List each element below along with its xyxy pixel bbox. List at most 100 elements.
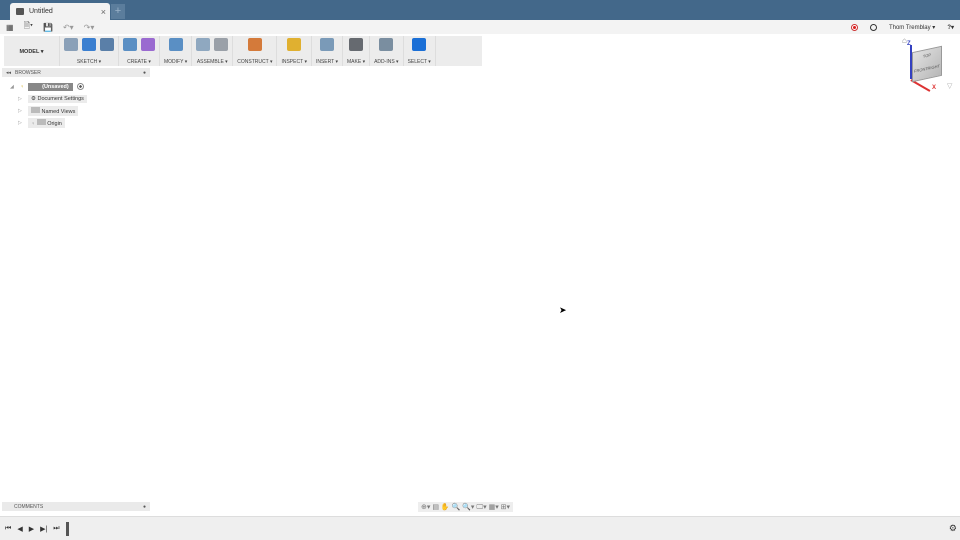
browser-title: BROWSER <box>15 69 41 76</box>
group-label[interactable]: MODIFY ▾ <box>164 59 187 65</box>
group-icons <box>247 38 262 51</box>
ribbon-group-sketch[interactable]: SKETCH ▾ <box>60 36 119 66</box>
comments-panel[interactable]: COMMENTS ● <box>2 502 150 511</box>
tool-icon[interactable] <box>412 38 427 51</box>
go-to-end-icon[interactable]: ⏭ <box>53 525 59 533</box>
group-label[interactable]: ASSEMBLE ▾ <box>197 59 228 65</box>
go-to-start-icon[interactable]: ⏮ <box>5 525 11 533</box>
navigation-tools-icons[interactable]: ⊕▾ ▤ ✋ 🔍 🔍▾ 🖵▾ ▦▾ ⊞▾ <box>421 503 510 512</box>
group-label[interactable]: INSERT ▾ <box>316 59 338 65</box>
ribbon-group-construct[interactable]: CONSTRUCT ▾ <box>233 36 278 66</box>
gear-icon: ⚙ <box>31 95 36 102</box>
viewcube[interactable]: ⌂ Z X TOP FRONT RIGHT ▽ <box>900 36 955 94</box>
workspace-switcher[interactable]: MODEL ▾ <box>4 36 60 66</box>
group-label[interactable]: MAKE ▾ <box>347 59 365 65</box>
group-label[interactable]: SELECT ▾ <box>408 59 431 65</box>
tree-item-origin[interactable]: ▷ ♀ Origin <box>18 117 65 128</box>
x-label: X <box>932 85 937 91</box>
cube-right[interactable]: RIGHT <box>928 63 940 71</box>
file-menu-icon[interactable]: 🗎▾ <box>24 20 33 34</box>
ribbon-group-assemble[interactable]: ASSEMBLE ▾ <box>192 36 234 66</box>
item-label: Named Views <box>41 108 76 115</box>
tree-item-document-settings[interactable]: ▷ ⚙ Document Settings <box>18 94 87 103</box>
ribbon-group-select[interactable]: SELECT ▾ <box>404 36 436 66</box>
tool-icon[interactable] <box>141 38 155 51</box>
save-icon[interactable]: 💾 <box>43 23 53 32</box>
group-icons <box>319 38 334 51</box>
close-tab-icon[interactable]: × <box>101 7 106 17</box>
settings-gear-icon[interactable]: ⚙ <box>949 523 957 534</box>
group-label[interactable]: ADD-INS ▾ <box>374 59 398 65</box>
group-icons <box>287 38 302 51</box>
group-icons <box>349 38 364 51</box>
step-forward-icon[interactable]: ▶| <box>40 525 47 533</box>
tree-item-named-views[interactable]: ▷ Named Views <box>18 105 79 116</box>
lightbulb-icon[interactable]: ♀ <box>20 84 24 90</box>
tool-icon[interactable] <box>349 38 364 51</box>
expand-icon[interactable]: ▷ <box>18 108 24 114</box>
tab-title: Untitled <box>29 8 53 15</box>
tool-icon[interactable] <box>319 38 334 51</box>
tool-icon[interactable] <box>247 38 262 51</box>
tab-bar <box>0 0 960 20</box>
document-icon <box>16 8 24 15</box>
record-icon[interactable] <box>850 23 858 31</box>
new-tab-button[interactable]: + <box>111 4 125 19</box>
timeline-marker[interactable] <box>65 521 69 536</box>
pin-icon[interactable]: ● <box>143 504 146 510</box>
mouse-cursor: ➤ <box>559 305 567 315</box>
tool-icon[interactable] <box>287 38 302 51</box>
redo-icon[interactable]: ↷▾ <box>84 23 95 32</box>
tool-icon[interactable] <box>214 38 229 51</box>
comments-title: COMMENTS <box>14 503 44 510</box>
folder-icon <box>36 118 46 125</box>
tool-icon[interactable] <box>64 38 78 51</box>
expand-icon[interactable]: ▷ <box>18 96 24 102</box>
group-label[interactable]: CREATE ▾ <box>127 59 151 65</box>
tool-icon[interactable] <box>82 38 96 51</box>
expand-icon[interactable]: ▷ <box>18 120 24 126</box>
tool-icon[interactable] <box>123 38 137 51</box>
viewcube-menu-icon[interactable]: ▽ <box>947 82 952 90</box>
ribbon-group-create[interactable]: CREATE ▾ <box>119 36 160 66</box>
user-menu[interactable]: Thom Tremblay ▾ <box>889 24 935 31</box>
lightbulb-icon[interactable]: ♀ <box>31 121 35 127</box>
tree-root[interactable]: ◢ ♀ (Unsaved) <box>10 82 84 91</box>
activate-radio-icon[interactable] <box>76 83 84 90</box>
group-icons <box>64 38 114 51</box>
group-icons <box>168 38 183 51</box>
data-panel-grid-icon[interactable]: ▦ <box>6 23 14 32</box>
ribbon-group-add-ins[interactable]: ADD-INS ▾ <box>370 36 404 66</box>
cube-front[interactable]: FRONT <box>914 66 928 74</box>
ribbon-group-inspect[interactable]: INSPECT ▾ <box>277 36 312 66</box>
ribbon-group-modify[interactable]: MODIFY ▾ <box>160 36 193 66</box>
clock-icon[interactable] <box>869 23 877 31</box>
cube[interactable]: TOP FRONT RIGHT <box>912 45 942 83</box>
user-area: Thom Tremblay ▾ ?▾ <box>850 20 954 34</box>
folder-icon <box>31 106 40 113</box>
tool-icon[interactable] <box>168 38 183 51</box>
tool-icon[interactable] <box>100 38 114 51</box>
toolbar-ribbon: MODEL ▾ SKETCH ▾ CREATE ▾ MODIFY ▾ ASSEMBLE… <box>4 36 482 66</box>
cube-top[interactable]: TOP <box>913 50 941 61</box>
ribbon-group-insert[interactable]: INSERT ▾ <box>312 36 344 66</box>
z-label: Z <box>907 41 911 47</box>
step-back-icon[interactable]: ◀ <box>17 525 22 533</box>
help-icon[interactable]: ?▾ <box>947 24 954 31</box>
expand-icon[interactable]: ◢ <box>10 84 16 90</box>
browser-header: ◂◂ BROWSER ● <box>2 68 150 77</box>
tool-icon[interactable] <box>379 38 394 51</box>
ribbon-group-make[interactable]: MAKE ▾ <box>343 36 371 66</box>
group-label[interactable]: SKETCH ▾ <box>77 59 101 65</box>
group-label[interactable]: CONSTRUCT ▾ <box>237 59 272 65</box>
document-tab[interactable]: Untitled × <box>10 3 110 20</box>
root-component[interactable]: (Unsaved) <box>28 82 73 91</box>
item-label: Document Settings <box>37 95 84 102</box>
pin-icon[interactable]: ● <box>143 70 146 76</box>
navigation-bar[interactable]: ⊕▾ ▤ ✋ 🔍 🔍▾ 🖵▾ ▦▾ ⊞▾ <box>418 502 514 512</box>
tool-icon[interactable] <box>196 38 211 51</box>
group-label[interactable]: INSPECT ▾ <box>281 59 306 65</box>
collapse-icon[interactable]: ◂◂ <box>6 70 11 76</box>
play-icon[interactable]: ▶ <box>29 525 34 533</box>
undo-icon[interactable]: ↶▾ <box>63 23 74 32</box>
